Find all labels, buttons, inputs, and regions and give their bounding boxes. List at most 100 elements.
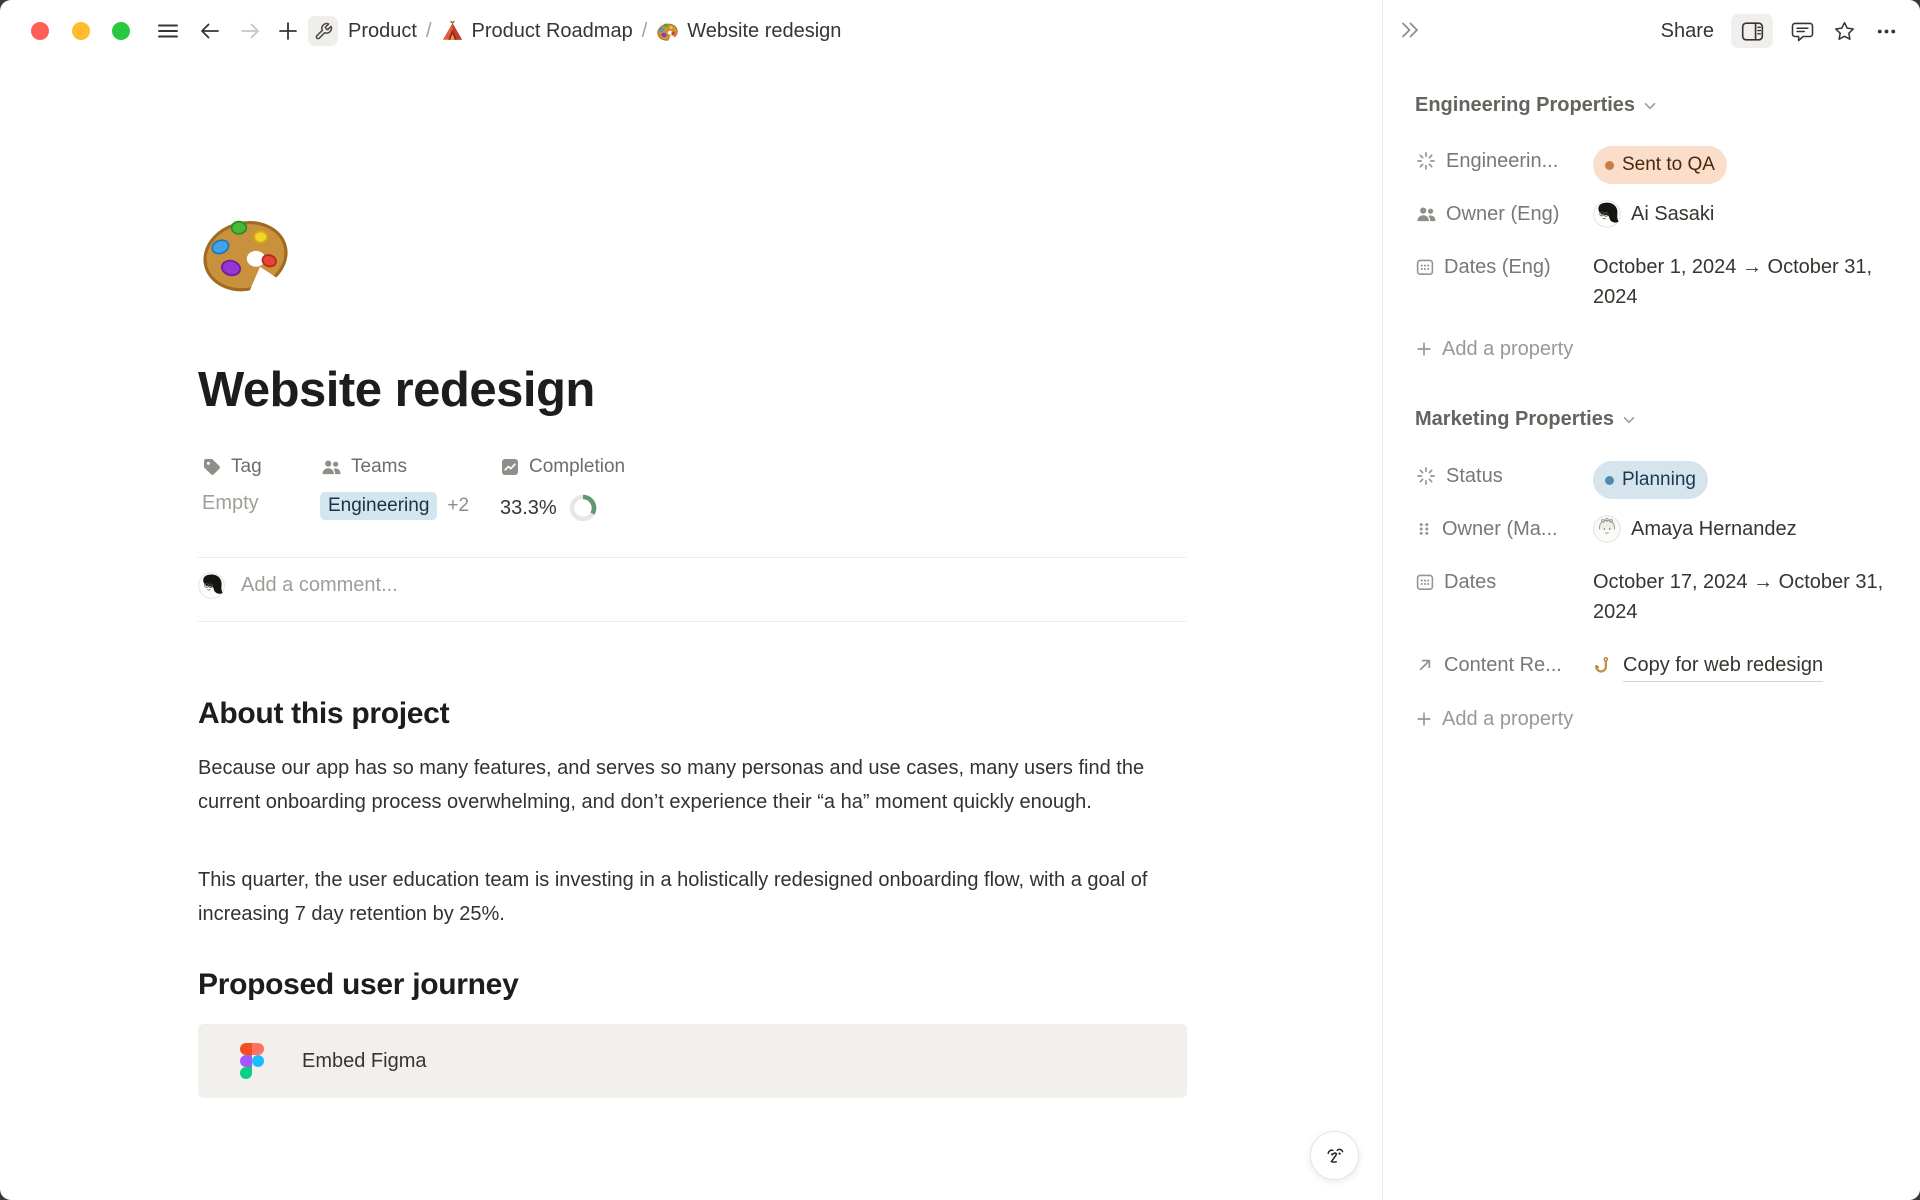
property-label-text: Status — [1446, 465, 1503, 488]
hamburger-icon — [155, 18, 181, 44]
property-label-text: Dates (Eng) — [1444, 256, 1551, 279]
breadcrumb-separator: / — [642, 20, 648, 43]
traffic-close-button[interactable] — [31, 22, 49, 40]
property-label-text: Owner (Ma... — [1442, 518, 1558, 541]
teamspace-icon-chip — [308, 16, 338, 46]
completion-label-text: Completion — [529, 456, 625, 478]
add-comment-row[interactable]: Add a comment... — [198, 572, 398, 599]
section-title: Engineering Properties — [1415, 94, 1635, 117]
property-row-owner-eng: Owner (Eng) Ai Sasaki — [1415, 197, 1885, 231]
property-label-owner-marketing[interactable]: Owner (Ma... — [1415, 512, 1593, 546]
back-button[interactable] — [197, 18, 223, 44]
section-heading-about[interactable]: About this project — [198, 697, 449, 731]
favorite-button[interactable] — [1832, 19, 1857, 44]
team-chip-engineering[interactable]: Engineering — [320, 492, 437, 520]
page-title[interactable]: Website redesign — [198, 362, 595, 418]
breadcrumb-item-product-roadmap[interactable]: Product Roadmap — [441, 20, 633, 43]
section-heading-journey[interactable]: Proposed user journey — [198, 968, 518, 1002]
property-value-status[interactable]: Planning — [1593, 461, 1885, 499]
property-row-dates-eng: Dates (Eng) October 1, 2024 → October 31… — [1415, 250, 1885, 312]
property-value-content-refresh[interactable]: Copy for web redesign — [1593, 650, 1885, 682]
property-label-owner-eng[interactable]: Owner (Eng) — [1415, 197, 1593, 231]
person-name: Amaya Hernandez — [1631, 514, 1797, 544]
add-property-button[interactable]: Add a property — [1415, 332, 1573, 366]
property-tag-value[interactable]: Empty — [202, 492, 259, 515]
star-icon — [1832, 19, 1857, 44]
new-page-button[interactable] — [275, 18, 301, 44]
property-value-owner-eng[interactable]: Ai Sasaki — [1593, 199, 1885, 229]
property-row-owner-marketing: Owner (Ma... Amaya Hernandez — [1415, 512, 1885, 546]
notion-ai-button[interactable] — [1310, 1131, 1359, 1180]
embed-figma-block[interactable]: Embed Figma — [198, 1024, 1187, 1098]
property-value-dates-eng[interactable]: October 1, 2024 → October 31, 2024 — [1593, 252, 1885, 312]
paragraph[interactable]: This quarter, the user education team is… — [198, 863, 1190, 931]
breadcrumb-item-website-redesign[interactable]: Website redesign — [656, 20, 841, 43]
property-label-text: Owner (Eng) — [1446, 203, 1559, 226]
chevrons-right-icon — [1397, 17, 1423, 43]
forward-button[interactable] — [237, 18, 263, 44]
avatar — [1593, 200, 1621, 228]
teams-more-count[interactable]: +2 — [447, 495, 469, 517]
property-value-dates[interactable]: October 17, 2024 → October 31, 2024 — [1593, 567, 1885, 627]
property-value-owner-marketing[interactable]: Amaya Hernandez — [1593, 514, 1885, 544]
collapse-panel-button[interactable] — [1397, 17, 1423, 43]
property-label-engineering-status[interactable]: Engineerin... — [1415, 144, 1593, 178]
breadcrumb: Product / Product Roadmap / Website rede… — [348, 0, 841, 62]
section-marketing-properties[interactable]: Marketing Properties — [1415, 408, 1637, 431]
wrench-icon — [314, 22, 333, 41]
more-options-button[interactable] — [1874, 19, 1899, 44]
property-label-text: Engineerin... — [1446, 150, 1558, 173]
section-engineering-properties[interactable]: Engineering Properties — [1415, 94, 1658, 117]
breadcrumb-label: Product Roadmap — [472, 20, 633, 43]
avatar — [1593, 515, 1621, 543]
property-completion-label[interactable]: Completion — [500, 456, 625, 478]
property-label-content-refresh[interactable]: Content Re... — [1415, 648, 1593, 682]
paragraph[interactable]: Because our app has so many features, an… — [198, 751, 1190, 819]
page-icon-palette[interactable] — [198, 206, 293, 306]
property-label-text: Dates — [1444, 571, 1496, 594]
comment-bubble-icon — [1790, 19, 1815, 44]
status-badge-text: Planning — [1622, 465, 1696, 495]
property-row-status: Status Planning — [1415, 459, 1885, 499]
hook-emoji-icon — [1593, 656, 1614, 677]
toggle-side-panel-button[interactable] — [1731, 14, 1773, 48]
comment-placeholder: Add a comment... — [241, 574, 398, 597]
tent-icon — [441, 20, 464, 43]
property-label-dates-eng[interactable]: Dates (Eng) — [1415, 250, 1593, 284]
property-tag-label[interactable]: Tag — [202, 456, 262, 478]
breadcrumb-label: Product — [348, 20, 417, 43]
linked-page-copy-for-web-redesign[interactable]: Copy for web redesign — [1593, 650, 1885, 682]
status-badge-planning[interactable]: Planning — [1593, 461, 1708, 499]
comments-button[interactable] — [1790, 19, 1815, 44]
property-row-engineering-status: Engineerin... Sent to QA — [1415, 144, 1885, 184]
avatar — [198, 572, 225, 599]
divider — [198, 621, 1186, 622]
completion-progress-ring — [567, 492, 599, 524]
traffic-minimize-button[interactable] — [72, 22, 90, 40]
plus-icon — [275, 18, 301, 44]
property-teams-label[interactable]: Teams — [320, 456, 407, 478]
property-label-status[interactable]: Status — [1415, 459, 1593, 493]
arrow-left-icon — [197, 18, 223, 44]
notion-window: Product / Product Roadmap / Website rede… — [0, 0, 1920, 1200]
people-icon — [1415, 203, 1437, 225]
add-property-button[interactable]: Add a property — [1415, 702, 1573, 736]
plus-icon — [1415, 710, 1433, 728]
share-button[interactable]: Share — [1661, 20, 1714, 43]
property-label-dates[interactable]: Dates — [1415, 565, 1593, 599]
breadcrumb-item-product[interactable]: Product — [348, 20, 417, 43]
status-badge-text: Sent to QA — [1622, 150, 1715, 180]
property-teams-value[interactable]: Engineering +2 — [320, 492, 469, 520]
linked-page-title: Copy for web redesign — [1623, 650, 1823, 682]
right-properties-panel: Share Enginee — [1382, 0, 1920, 1200]
breadcrumb-label: Website redesign — [687, 20, 841, 43]
figma-icon — [240, 1043, 264, 1079]
status-dot — [1605, 476, 1614, 485]
ellipsis-icon — [1874, 19, 1899, 44]
sidebar-menu-button[interactable] — [155, 18, 181, 44]
property-value-engineering-status[interactable]: Sent to QA — [1593, 146, 1885, 184]
status-badge-sent-to-qa[interactable]: Sent to QA — [1593, 146, 1727, 184]
property-completion-value[interactable]: 33.3% — [500, 492, 599, 524]
calendar-icon — [1415, 257, 1435, 277]
traffic-zoom-button[interactable] — [112, 22, 130, 40]
